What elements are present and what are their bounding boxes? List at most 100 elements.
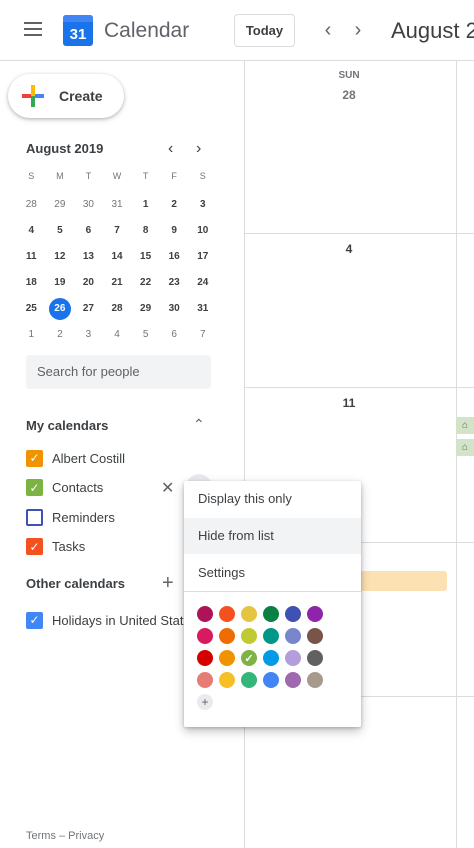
color-swatch[interactable] [263, 628, 279, 644]
mini-day[interactable]: 9 [160, 218, 189, 244]
color-swatch[interactable] [263, 606, 279, 622]
create-button[interactable]: Create [8, 74, 124, 118]
mini-next-month-icon[interactable]: › [196, 140, 201, 158]
mini-day[interactable]: 18 [17, 270, 46, 296]
mini-day[interactable]: 29 [46, 192, 75, 218]
color-swatch[interactable] [285, 606, 301, 622]
mini-day[interactable]: 17 [188, 244, 217, 270]
footer-links[interactable]: Terms – Privacy [26, 830, 104, 842]
today-button[interactable]: Today [234, 14, 295, 47]
color-swatch[interactable] [219, 606, 235, 622]
mini-day[interactable]: 23 [160, 270, 189, 296]
cake-icon[interactable]: ⌂ [456, 439, 474, 456]
color-swatch[interactable] [241, 628, 257, 644]
checkbox-checked-icon[interactable]: ✓ [26, 479, 43, 497]
color-swatch[interactable] [197, 628, 213, 644]
mini-day[interactable]: 28 [103, 296, 132, 322]
mini-day[interactable]: 3 [74, 322, 103, 348]
menu-item-settings[interactable]: Settings [184, 555, 361, 591]
mini-day[interactable]: 8 [131, 218, 160, 244]
mini-day[interactable]: 31 [188, 296, 217, 322]
mini-day[interactable]: 26 [46, 296, 75, 322]
chevron-up-icon[interactable]: ⌃ [193, 416, 205, 433]
search-people-input[interactable]: Search for people [26, 355, 211, 389]
mini-day[interactable]: 4 [17, 218, 46, 244]
other-calendars-title[interactable]: Other calendars [26, 576, 125, 591]
mini-day[interactable]: 13 [74, 244, 103, 270]
color-swatch-selected[interactable]: ✓ [241, 650, 257, 666]
color-swatch[interactable] [219, 672, 235, 688]
mini-day[interactable]: 2 [160, 192, 189, 218]
color-swatch[interactable] [285, 672, 301, 688]
color-swatch[interactable] [219, 628, 235, 644]
mini-day[interactable]: 19 [46, 270, 75, 296]
mini-day[interactable]: 11 [17, 244, 46, 270]
mini-day[interactable]: 7 [103, 218, 132, 244]
my-calendars-title[interactable]: My calendars [26, 418, 108, 433]
mini-day[interactable]: 12 [46, 244, 75, 270]
checkbox-checked-icon[interactable]: ✓ [26, 611, 43, 629]
mini-day[interactable]: 20 [74, 270, 103, 296]
next-period-button[interactable]: › [348, 19, 368, 42]
color-swatch[interactable] [263, 650, 279, 666]
mini-day[interactable]: 29 [131, 296, 160, 322]
mini-day[interactable]: 31 [103, 192, 132, 218]
prev-period-button[interactable]: ‹ [318, 19, 338, 42]
color-swatch[interactable] [241, 606, 257, 622]
mini-day[interactable]: 7 [188, 322, 217, 348]
checkbox-checked-icon[interactable]: ✓ [26, 449, 43, 467]
day-number[interactable]: 28 [329, 88, 369, 102]
month-grid[interactable] [244, 61, 474, 848]
color-swatch[interactable] [263, 672, 279, 688]
cake-icon[interactable]: ⌂ [456, 417, 474, 434]
mini-day[interactable]: 5 [46, 218, 75, 244]
event-chip[interactable] [347, 571, 447, 591]
mini-day[interactable]: 5 [131, 322, 160, 348]
main-menu-icon[interactable] [20, 18, 46, 42]
mini-day[interactable]: 16 [160, 244, 189, 270]
mini-day[interactable]: 25 [17, 296, 46, 322]
mini-day[interactable]: 30 [160, 296, 189, 322]
calendar-list-item[interactable]: ✓ Tasks [26, 537, 85, 557]
mini-day[interactable]: 4 [103, 322, 132, 348]
calendar-list-item[interactable]: ✓ Albert Costill [26, 448, 125, 468]
mini-day[interactable]: 6 [74, 218, 103, 244]
calendar-list-item[interactable]: ✓ Contacts [26, 478, 103, 498]
menu-item-hide-from-list[interactable]: Hide from list [184, 518, 361, 554]
color-swatch[interactable] [285, 628, 301, 644]
mini-day[interactable]: 15 [131, 244, 160, 270]
color-swatch[interactable] [307, 650, 323, 666]
mini-prev-month-icon[interactable]: ‹ [168, 140, 173, 158]
color-swatch[interactable] [241, 672, 257, 688]
color-swatch[interactable] [197, 606, 213, 622]
color-swatch[interactable] [307, 672, 323, 688]
color-swatch[interactable] [197, 672, 213, 688]
color-swatch[interactable] [285, 650, 301, 666]
checkbox-unchecked-icon[interactable] [26, 508, 43, 526]
add-calendar-icon[interactable]: + [162, 572, 174, 595]
color-swatch[interactable] [307, 606, 323, 622]
checkbox-checked-icon[interactable]: ✓ [26, 538, 43, 556]
calendar-list-item[interactable]: ✓ Holidays in United State [26, 610, 191, 630]
mini-day[interactable]: 10 [188, 218, 217, 244]
mini-day[interactable]: 2 [46, 322, 75, 348]
close-icon[interactable]: ✕ [161, 478, 174, 498]
day-number[interactable]: 4 [329, 242, 369, 256]
color-swatch[interactable] [197, 650, 213, 666]
add-custom-color-icon[interactable]: + [197, 694, 213, 710]
mini-day[interactable]: 1 [131, 192, 160, 218]
mini-day[interactable]: 30 [74, 192, 103, 218]
mini-day[interactable]: 21 [103, 270, 132, 296]
menu-item-display-this-only[interactable]: Display this only [184, 481, 361, 517]
color-swatch[interactable] [307, 628, 323, 644]
mini-day[interactable]: 3 [188, 192, 217, 218]
color-swatch[interactable] [219, 650, 235, 666]
mini-day[interactable]: 28 [17, 192, 46, 218]
calendar-list-item[interactable]: Reminders [26, 507, 115, 527]
mini-day[interactable]: 1 [17, 322, 46, 348]
mini-day[interactable]: 27 [74, 296, 103, 322]
mini-day[interactable]: 22 [131, 270, 160, 296]
day-number[interactable]: 11 [329, 396, 369, 410]
mini-day[interactable]: 14 [103, 244, 132, 270]
mini-day[interactable]: 6 [160, 322, 189, 348]
